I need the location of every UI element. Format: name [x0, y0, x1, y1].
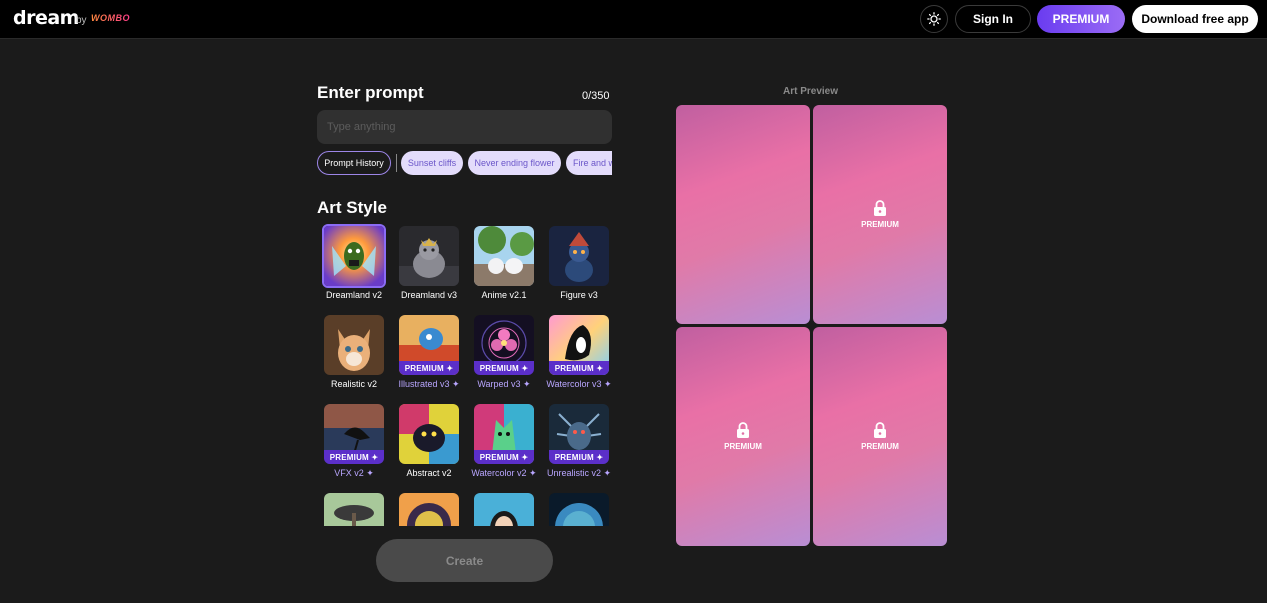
- art-preview-heading: Art Preview: [783, 86, 839, 97]
- dream-logo[interactable]: dream: [13, 7, 79, 29]
- prompt-input[interactable]: [317, 110, 612, 144]
- style-label: VFX v2 ✦: [334, 468, 374, 478]
- style-label: Dreamland v3: [400, 290, 458, 300]
- style-thumbnail: [399, 404, 459, 464]
- style-label: Figure v3: [560, 290, 598, 300]
- prompt-chips: Prompt History Sunset cliffs Never endin…: [317, 151, 612, 176]
- premium-badge: PREMIUM ✦: [549, 361, 609, 375]
- style-thumbnail: [324, 315, 384, 375]
- style-thumbnail: PREMIUM ✦: [474, 404, 534, 464]
- lock-icon: [737, 422, 749, 438]
- style-label: Illustrated v3 ✦: [398, 379, 460, 389]
- style-label: Warped v3 ✦: [477, 379, 531, 389]
- top-bar: dream by WOMBO Sign In PREMIUM Download …: [0, 0, 1267, 39]
- style-thumbnail: PREMIUM ✦: [549, 315, 609, 375]
- sign-in-button[interactable]: Sign In: [955, 5, 1031, 33]
- enter-prompt-heading: Enter prompt: [317, 83, 424, 102]
- style-thumbnail: [324, 493, 384, 526]
- style-thumbnail: [549, 226, 609, 286]
- style-thumbnail: PREMIUM ✦: [399, 315, 459, 375]
- art-style-heading: Art Style: [317, 198, 387, 217]
- premium-badge: PREMIUM ✦: [474, 450, 534, 464]
- style-label: Unrealistic v2 ✦: [546, 468, 612, 478]
- wombo-logo: WOMBO: [91, 13, 130, 23]
- preview-card-locked[interactable]: PREMIUM: [813, 327, 947, 546]
- style-label: Abstract v2: [406, 468, 452, 478]
- art-style-grid: Dreamland v2 Dreamland v3 Anime v2.1 Fig…: [317, 222, 617, 526]
- chip-divider: [396, 154, 397, 172]
- preview-card[interactable]: [676, 105, 810, 324]
- theme-toggle-button[interactable]: [920, 5, 948, 33]
- style-thumbnail: [474, 226, 534, 286]
- premium-button[interactable]: PREMIUM: [1037, 5, 1125, 33]
- premium-label: PREMIUM: [861, 442, 899, 451]
- lock-icon: [874, 200, 886, 216]
- prompt-history-button[interactable]: Prompt History: [317, 151, 391, 175]
- preview-card-locked[interactable]: PREMIUM: [676, 327, 810, 546]
- style-thumbnail: [399, 226, 459, 286]
- style-thumbnail: PREMIUM ✦: [324, 404, 384, 464]
- style-thumbnail: [322, 224, 386, 288]
- premium-label: PREMIUM: [724, 442, 762, 451]
- style-thumbnail: [399, 493, 459, 526]
- character-count: 0/350: [582, 90, 610, 102]
- sun-icon: [927, 12, 941, 26]
- style-thumbnail: PREMIUM ✦: [549, 404, 609, 464]
- premium-badge: PREMIUM ✦: [474, 361, 534, 375]
- lock-icon: [874, 422, 886, 438]
- premium-label: PREMIUM: [861, 220, 899, 229]
- style-label: Anime v2.1: [481, 290, 527, 300]
- style-thumbnail: PREMIUM ✦: [474, 315, 534, 375]
- style-thumbnail: [549, 493, 609, 526]
- style-label: Watercolor v2 ✦: [471, 468, 537, 478]
- premium-badge: PREMIUM ✦: [399, 361, 459, 375]
- download-app-button[interactable]: Download free app: [1132, 5, 1258, 33]
- style-label: Dreamland v2: [325, 290, 383, 300]
- style-label: Realistic v2: [330, 379, 377, 389]
- by-text: by: [76, 15, 87, 26]
- premium-badge: PREMIUM ✦: [324, 450, 384, 464]
- style-label: Watercolor v3 ✦: [546, 379, 612, 389]
- style-thumbnail: [474, 493, 534, 526]
- create-button[interactable]: Create: [376, 539, 553, 582]
- suggestion-chip[interactable]: Sunset cliffs: [401, 151, 463, 175]
- suggestion-chip[interactable]: Fire and w: [566, 151, 612, 175]
- suggestion-chip[interactable]: Never ending flower: [468, 151, 561, 175]
- premium-badge: PREMIUM ✦: [549, 450, 609, 464]
- preview-card-locked[interactable]: PREMIUM: [813, 105, 947, 324]
